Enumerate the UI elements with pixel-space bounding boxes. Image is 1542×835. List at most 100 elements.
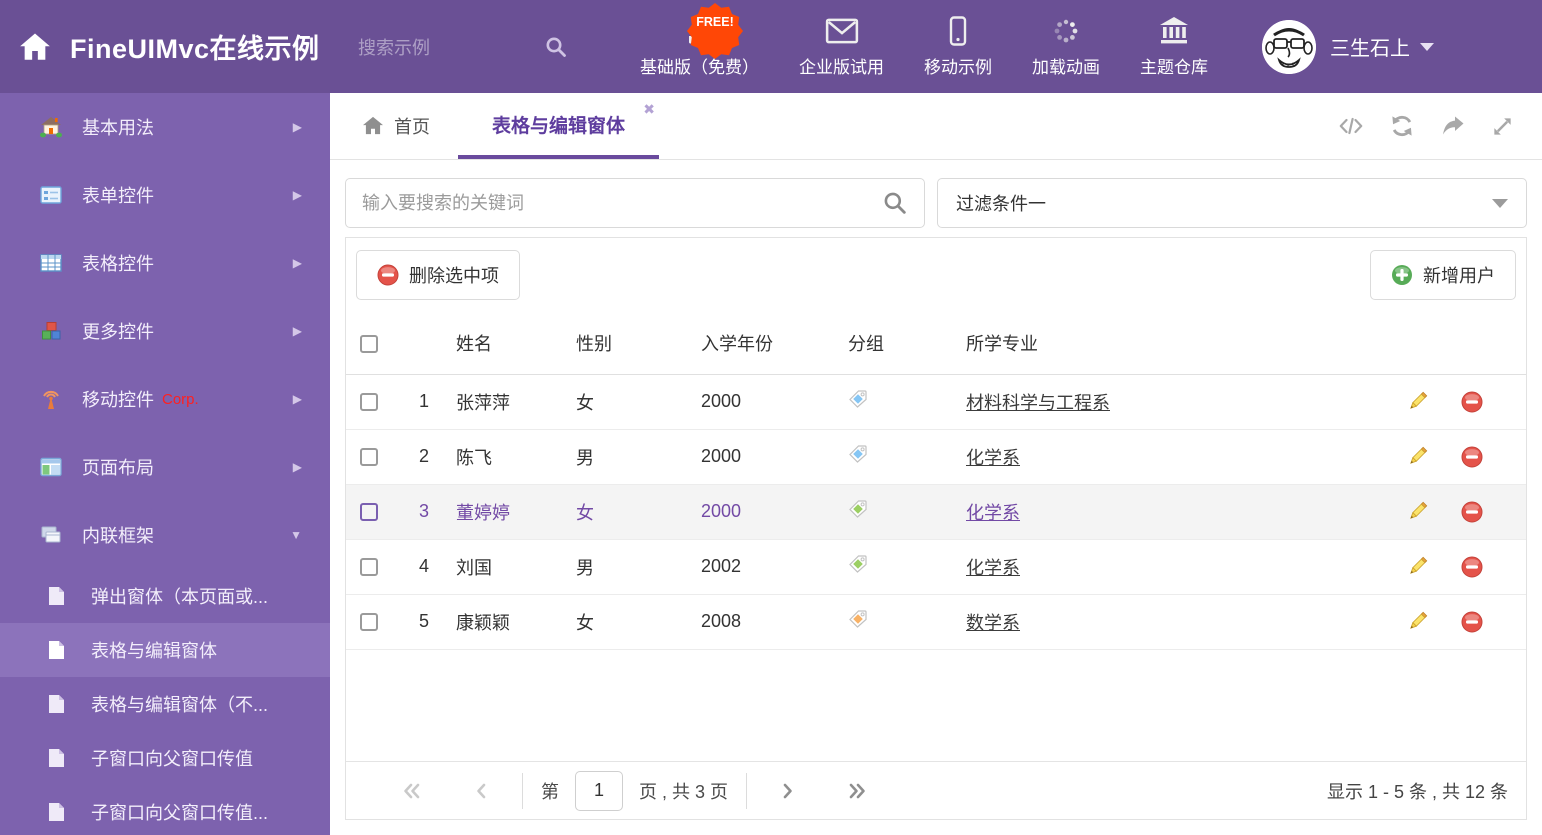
major-link[interactable]: 化学系 bbox=[966, 448, 1020, 468]
nav-mobile-demo[interactable]: 移动示例 bbox=[924, 15, 992, 78]
button-label: 新增用户 bbox=[1423, 266, 1495, 286]
sidebar-subitem-popup-window[interactable]: 弹出窗体（本页面或... bbox=[0, 569, 330, 623]
nav-label: 企业版试用 bbox=[799, 57, 884, 77]
tab-label: 首页 bbox=[394, 117, 430, 137]
file-icon bbox=[49, 749, 64, 767]
file-icon bbox=[49, 587, 64, 605]
close-icon[interactable]: ✖ bbox=[643, 101, 655, 118]
sidebar-subitem-label: 表格与编辑窗体 bbox=[91, 641, 217, 661]
record-count-summary: 显示 1 - 5 条 , 共 12 条 bbox=[1326, 781, 1508, 802]
edit-pencil-icon[interactable] bbox=[1406, 610, 1429, 633]
sidebar-subitem-grid-edit-window-2[interactable]: 表格与编辑窗体（不... bbox=[0, 677, 330, 731]
tag-icon bbox=[849, 500, 867, 518]
app-title: FineUIMvc在线示例 bbox=[70, 34, 320, 64]
pager-divider bbox=[522, 772, 523, 809]
keyword-search-input[interactable] bbox=[362, 192, 882, 214]
app-logo[interactable]: FineUIMvc在线示例 bbox=[0, 27, 330, 66]
row-index: 3 bbox=[402, 484, 446, 540]
sidebar-item-label: 内联框架 bbox=[82, 526, 154, 546]
minus-circle-icon bbox=[377, 264, 399, 286]
chevron-right-icon: ▶ bbox=[292, 256, 302, 270]
row-index: 2 bbox=[402, 429, 446, 485]
data-grid: 姓名 性别 入学年份 分组 所学专业 1 张萍萍 女 2000 材料科学与工程系… bbox=[346, 312, 1526, 650]
sidebar-item-grid-controls[interactable]: 表格控件 ▶ bbox=[0, 229, 330, 297]
nav-theme-store[interactable]: 主题仓库 bbox=[1140, 16, 1208, 78]
table-row[interactable]: 5 康颖颖 女 2008 数学系 bbox=[346, 594, 1526, 650]
edit-pencil-icon[interactable] bbox=[1406, 390, 1429, 413]
delete-selected-button[interactable]: 删除选中项 bbox=[356, 250, 520, 300]
sidebar-item-more-controls[interactable]: 更多控件 ▶ bbox=[0, 297, 330, 365]
cell-name: 张萍萍 bbox=[446, 374, 566, 430]
header-search[interactable]: 搜索示例 bbox=[358, 34, 568, 60]
sidebar-item-iframe[interactable]: 内联框架 ▼ bbox=[0, 501, 330, 569]
avatar[interactable] bbox=[1262, 19, 1316, 74]
delete-row-icon[interactable] bbox=[1461, 611, 1483, 633]
share-arrow-icon[interactable] bbox=[1440, 115, 1465, 137]
edit-pencil-icon[interactable] bbox=[1406, 555, 1429, 578]
tag-icon bbox=[849, 555, 867, 573]
column-header-name[interactable]: 姓名 bbox=[446, 312, 566, 375]
chevron-down-icon: ▼ bbox=[290, 528, 302, 542]
sidebar-item-mobile-controls[interactable]: 移动控件 Corp. ▶ bbox=[0, 365, 330, 433]
column-header-group[interactable]: 分组 bbox=[836, 312, 956, 375]
refresh-icon[interactable] bbox=[1390, 114, 1414, 138]
table-row-selected[interactable]: 3 董婷婷 女 2000 化学系 bbox=[346, 484, 1526, 540]
keyword-search-box[interactable] bbox=[345, 178, 925, 228]
sidebar-subitem-child-to-parent[interactable]: 子窗口向父窗口传值 bbox=[0, 731, 330, 785]
source-code-icon[interactable] bbox=[1338, 115, 1364, 137]
tag-icon bbox=[849, 390, 867, 408]
next-page-button[interactable] bbox=[755, 782, 821, 800]
row-index: 5 bbox=[402, 594, 446, 650]
select-all-checkbox[interactable] bbox=[360, 334, 378, 353]
app-header: FineUIMvc在线示例 搜索示例 FREE! 基础版（免费） 企业版试用 移… bbox=[0, 0, 1542, 93]
table-row[interactable]: 1 张萍萍 女 2000 材料科学与工程系 bbox=[346, 374, 1526, 430]
major-link[interactable]: 化学系 bbox=[966, 503, 1020, 523]
tab-toolbar bbox=[1338, 93, 1542, 159]
column-header-year[interactable]: 入学年份 bbox=[691, 312, 836, 375]
major-link[interactable]: 数学系 bbox=[966, 613, 1020, 633]
grid-empty-space bbox=[346, 650, 1526, 762]
major-link[interactable]: 材料科学与工程系 bbox=[966, 393, 1110, 413]
cell-year: 2008 bbox=[691, 594, 836, 650]
row-checkbox[interactable] bbox=[360, 558, 378, 577]
tab-home[interactable]: 首页 bbox=[346, 93, 446, 159]
sidebar-subitem-child-to-parent-2[interactable]: 子窗口向父窗口传值... bbox=[0, 785, 330, 835]
user-menu[interactable]: 三生石上 bbox=[1262, 19, 1434, 74]
sidebar-item-page-layout[interactable]: 页面布局 ▶ bbox=[0, 433, 330, 501]
cell-name: 康颖颖 bbox=[446, 594, 566, 650]
column-header-major[interactable]: 所学专业 bbox=[956, 312, 1376, 375]
prev-page-button[interactable] bbox=[448, 782, 514, 800]
table-row[interactable]: 4 刘国 男 2002 化学系 bbox=[346, 539, 1526, 595]
add-user-button[interactable]: 新增用户 bbox=[1370, 250, 1516, 300]
delete-row-icon[interactable] bbox=[1461, 501, 1483, 523]
sidebar-item-basic-usage[interactable]: 基本用法 ▶ bbox=[0, 93, 330, 161]
row-checkbox[interactable] bbox=[360, 503, 378, 522]
first-page-button[interactable] bbox=[376, 782, 448, 800]
major-link[interactable]: 化学系 bbox=[966, 558, 1020, 578]
filter-dropdown[interactable]: 过滤条件一 bbox=[937, 178, 1527, 228]
row-checkbox[interactable] bbox=[360, 448, 378, 467]
edit-pencil-icon[interactable] bbox=[1406, 500, 1429, 523]
page-number-input[interactable] bbox=[575, 770, 623, 811]
table-row[interactable]: 2 陈飞 男 2000 化学系 bbox=[346, 429, 1526, 485]
edit-pencil-icon[interactable] bbox=[1406, 445, 1429, 468]
row-checkbox[interactable] bbox=[360, 393, 378, 412]
free-badge-icon: FREE! bbox=[687, 3, 743, 59]
delete-row-icon[interactable] bbox=[1461, 556, 1483, 578]
search-icon[interactable] bbox=[544, 35, 568, 59]
delete-row-icon[interactable] bbox=[1461, 446, 1483, 468]
expand-icon[interactable] bbox=[1491, 115, 1514, 138]
sidebar-item-form-controls[interactable]: 表单控件 ▶ bbox=[0, 161, 330, 229]
nav-loading-animation[interactable]: 加载动画 bbox=[1032, 16, 1100, 78]
cell-gender: 女 bbox=[566, 374, 691, 430]
sidebar-subitem-grid-edit-window[interactable]: 表格与编辑窗体 bbox=[0, 623, 330, 677]
nav-label: 加载动画 bbox=[1032, 57, 1100, 77]
tab-grid-edit-window[interactable]: 表格与编辑窗体 ✖ bbox=[458, 93, 660, 159]
cell-gender: 男 bbox=[566, 539, 691, 595]
last-page-button[interactable] bbox=[821, 782, 893, 800]
search-icon[interactable] bbox=[882, 190, 908, 216]
nav-enterprise-trial[interactable]: 企业版试用 bbox=[799, 16, 884, 78]
column-header-gender[interactable]: 性别 bbox=[566, 312, 691, 375]
delete-row-icon[interactable] bbox=[1461, 391, 1483, 413]
row-checkbox[interactable] bbox=[360, 613, 378, 632]
